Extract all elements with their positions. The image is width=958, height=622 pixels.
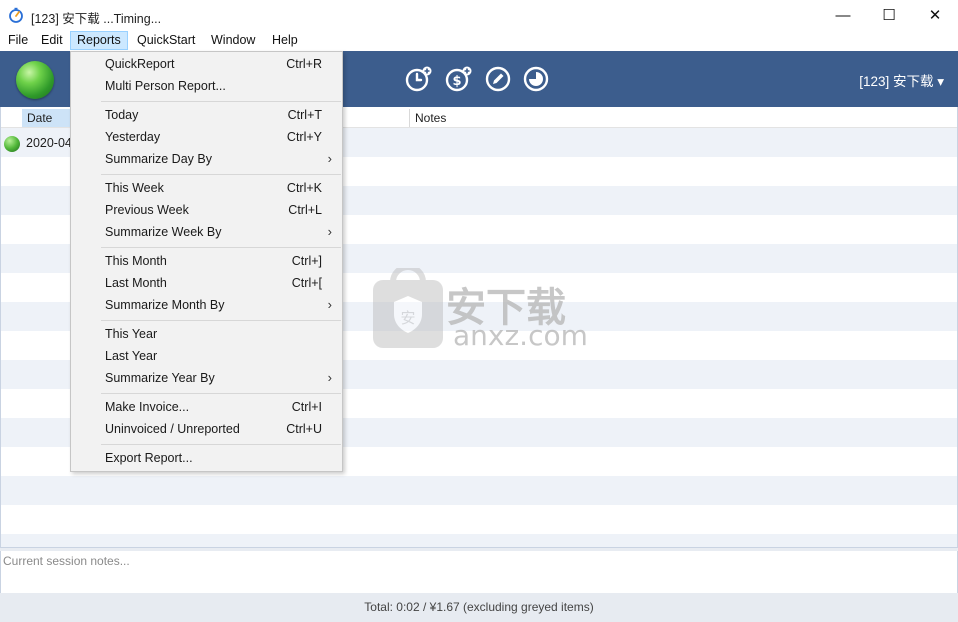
menu-item-today[interactable]: Today Ctrl+T: [71, 104, 342, 126]
column-header-date[interactable]: Date: [22, 109, 71, 127]
submenu-arrow-icon: ›: [327, 370, 332, 385]
menu-item-summarize-day-by[interactable]: Summarize Day By ›: [71, 148, 342, 170]
title-bar: [123] 安下载 ...Timing... — ☐ ✕: [0, 0, 958, 30]
menu-file[interactable]: File: [2, 31, 34, 50]
submenu-arrow-icon: ›: [327, 224, 332, 239]
app-stopwatch-icon: [9, 7, 23, 23]
menu-item-previous-week[interactable]: Previous Week Ctrl+L: [71, 199, 342, 221]
submenu-arrow-icon: ›: [327, 151, 332, 166]
maximize-button[interactable]: ☐: [866, 0, 912, 30]
menu-bar: File Edit Reports QuickStart Window Help: [0, 30, 958, 51]
minimize-icon: —: [835, 6, 851, 24]
menu-item-multi-person-report[interactable]: Multi Person Report...: [71, 75, 342, 97]
svg-text:$: $: [452, 74, 461, 89]
close-icon: ✕: [928, 7, 942, 24]
entry-status-icon: [4, 136, 20, 152]
session-notes-placeholder: Current session notes...: [3, 554, 130, 568]
menu-item-export-report[interactable]: Export Report...: [71, 447, 342, 469]
row-date: 2020-04: [26, 136, 72, 150]
globe-icon[interactable]: [16, 61, 54, 99]
menu-item-yesterday[interactable]: Yesterday Ctrl+Y: [71, 126, 342, 148]
user-selector[interactable]: [123] 安下载 ▾: [859, 70, 944, 90]
menu-window[interactable]: Window: [205, 31, 261, 50]
window-title: [123] 安下载 ...Timing...: [31, 12, 162, 26]
menu-quickstart[interactable]: QuickStart: [131, 31, 201, 50]
pie-chart-icon[interactable]: [522, 65, 550, 93]
menu-item-summarize-week-by[interactable]: Summarize Week By ›: [71, 221, 342, 243]
column-header-notes[interactable]: Notes: [409, 109, 446, 127]
menu-item-quickreport[interactable]: QuickReport Ctrl+R: [71, 53, 342, 75]
watermark-en: anxz.com: [453, 319, 588, 352]
reports-menu: QuickReport Ctrl+R Multi Person Report...…: [70, 51, 343, 472]
minimize-button[interactable]: —: [820, 0, 866, 30]
maximize-icon: ☐: [882, 7, 896, 24]
close-button[interactable]: ✕: [912, 0, 958, 30]
add-expense-icon[interactable]: $: [444, 65, 472, 93]
session-notes-input[interactable]: Current session notes...: [0, 551, 958, 593]
menu-item-this-month[interactable]: This Month Ctrl+]: [71, 250, 342, 272]
menu-item-last-month[interactable]: Last Month Ctrl+[: [71, 272, 342, 294]
menu-reports[interactable]: Reports: [70, 31, 128, 50]
menu-item-this-week[interactable]: This Week Ctrl+K: [71, 177, 342, 199]
svg-text:安: 安: [400, 309, 415, 327]
submenu-arrow-icon: ›: [327, 297, 332, 312]
menu-edit[interactable]: Edit: [35, 31, 69, 50]
menu-item-summarize-month-by[interactable]: Summarize Month By ›: [71, 294, 342, 316]
edit-icon[interactable]: [484, 65, 512, 93]
status-footer: Total: 0:02 / ¥1.67 (excluding greyed it…: [0, 593, 958, 622]
menu-item-summarize-year-by[interactable]: Summarize Year By ›: [71, 367, 342, 389]
menu-item-this-year[interactable]: This Year: [71, 323, 342, 345]
menu-help[interactable]: Help: [266, 31, 304, 50]
menu-item-uninvoiced-unreported[interactable]: Uninvoiced / Unreported Ctrl+U: [71, 418, 342, 440]
menu-item-last-year[interactable]: Last Year: [71, 345, 342, 367]
add-timer-icon[interactable]: [404, 65, 432, 93]
menu-item-make-invoice[interactable]: Make Invoice... Ctrl+I: [71, 396, 342, 418]
